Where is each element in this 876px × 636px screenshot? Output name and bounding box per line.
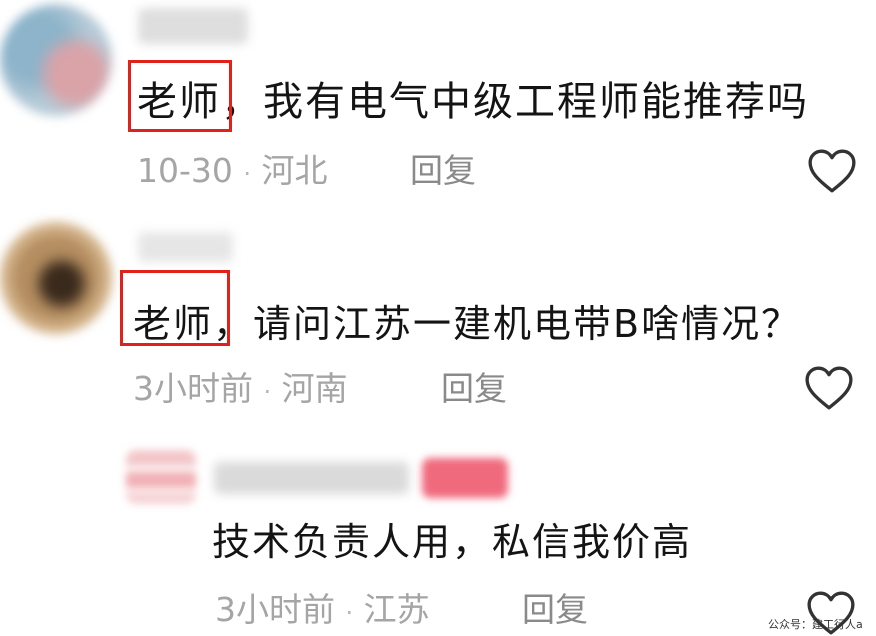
comment-date: 3小时前 <box>215 590 335 629</box>
username-blurred[interactable] <box>138 232 233 262</box>
comment-location: 河北 <box>261 151 328 190</box>
comment-location: 河南 <box>281 369 348 408</box>
avatar[interactable] <box>0 4 112 116</box>
comment-meta: 3小时前 · 河南 <box>133 369 348 412</box>
watermark: 公众号：建工行人a <box>768 618 863 631</box>
heart-outline-icon[interactable] <box>807 148 857 194</box>
meta-separator: · <box>263 378 272 406</box>
username-blurred[interactable] <box>138 8 248 44</box>
comment-date: 10-30 <box>137 151 233 190</box>
comment-text: 老师，我有电气中级工程师能推荐吗 <box>137 79 809 125</box>
meta-separator: · <box>345 599 354 627</box>
reply-button[interactable]: 回复 <box>441 369 507 409</box>
reply-button[interactable]: 回复 <box>410 151 476 191</box>
comment-meta: 3小时前 · 江苏 <box>215 590 430 633</box>
meta-separator: · <box>243 160 252 188</box>
highlight-box <box>128 60 232 132</box>
user-badge-blurred <box>422 458 508 498</box>
comment-date: 3小时前 <box>133 369 253 408</box>
username-blurred[interactable] <box>214 462 409 494</box>
comment-location: 江苏 <box>363 590 430 629</box>
comment-meta: 10-30 · 河北 <box>137 151 328 194</box>
heart-outline-icon[interactable] <box>804 365 854 411</box>
avatar[interactable] <box>0 222 112 334</box>
comment-text: 老师，请问江苏一建机电带B啥情况？ <box>133 302 802 346</box>
highlight-box <box>120 270 230 346</box>
reply-button[interactable]: 回复 <box>522 590 588 630</box>
comment-text: 技术负责人用，私信我价高 <box>212 520 693 564</box>
avatar[interactable] <box>126 450 196 504</box>
